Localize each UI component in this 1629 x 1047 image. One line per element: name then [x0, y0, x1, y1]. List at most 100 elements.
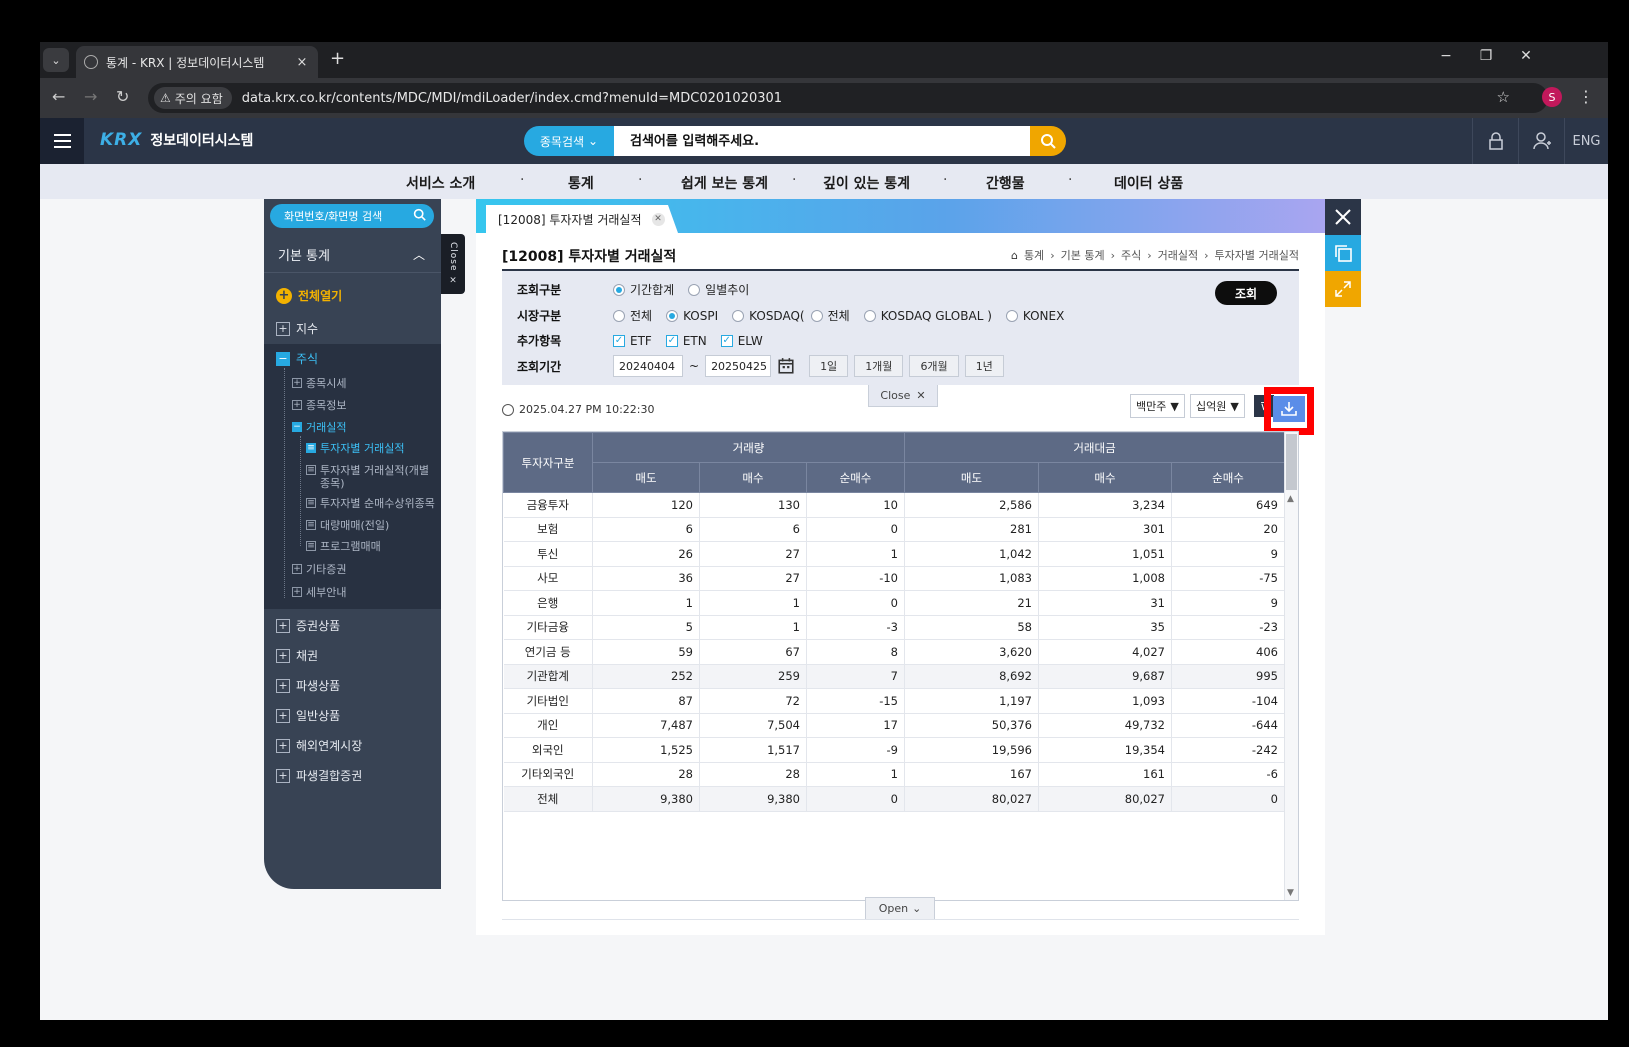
home-icon[interactable]: ⌂ [1011, 249, 1018, 262]
table-row[interactable]: 보험 6 6 0 281 301 20 [503, 517, 1285, 542]
maximize-icon[interactable]: ❐ [1466, 48, 1506, 64]
breadcrumb-item[interactable]: 거래실적 [1158, 247, 1198, 263]
nav-publications[interactable]: 간행물 [986, 173, 1025, 193]
sidebar-leaf-investor-trading-individual[interactable]: ≡ 투자자별 거래실적(개별종목) [306, 464, 438, 490]
sidebar-sub-other-securities[interactable]: + 기타증권 [292, 563, 346, 576]
scroll-thumb[interactable] [1286, 434, 1297, 490]
period-6month-button[interactable]: 6개월 [909, 355, 959, 377]
sidebar-item-commodities[interactable]: + 일반상품 [276, 707, 340, 724]
back-arrow-icon[interactable]: ← [52, 88, 65, 106]
breadcrumb-item[interactable]: 기본 통계 [1061, 247, 1105, 263]
col-header-vol-net[interactable]: 순매수 [806, 462, 905, 493]
query-button[interactable]: 조회 [1215, 281, 1277, 305]
scroll-down-icon[interactable]: ▼ [1287, 888, 1294, 898]
check-icon[interactable]: ✓ [613, 334, 625, 347]
checkbox-etn[interactable]: ✓ ETN [665, 334, 707, 348]
sidebar-sub-stock-info[interactable]: + 종목정보 [292, 399, 346, 412]
window-close-icon[interactable]: ✕ [1506, 48, 1546, 64]
table-row[interactable]: 기타법인 87 72 -15 1,197 1,093 -104 [503, 688, 1285, 714]
search-button[interactable] [1030, 126, 1066, 156]
col-header-val-net[interactable]: 순매수 [1171, 462, 1285, 493]
table-row[interactable]: 외국인 1,525 1,517 -9 19,596 19,354 -242 [503, 737, 1285, 763]
radio-kospi[interactable]: KOSPI [666, 309, 718, 323]
checkbox-etf[interactable]: ✓ ETF [613, 334, 652, 348]
check-icon[interactable]: ✓ [720, 334, 733, 347]
date-to-input[interactable] [705, 355, 772, 377]
radio-control[interactable] [863, 309, 876, 322]
sidebar-item-overseas-markets[interactable]: + 해외연계시장 [276, 737, 362, 754]
grid-scrollbar[interactable]: ▲ ▼ [1284, 432, 1298, 900]
col-header-val-sell[interactable]: 매도 [904, 462, 1039, 493]
col-header-vol-sell[interactable]: 매도 [592, 462, 700, 493]
close-icon[interactable]: ✕ [651, 212, 665, 226]
search-category-select[interactable]: 종목검색 ⌄ [524, 126, 614, 156]
radio-control[interactable] [666, 309, 679, 322]
value-unit-select[interactable]: 십억원 ▼ [1190, 394, 1245, 418]
reload-icon[interactable]: ↻ [116, 88, 129, 106]
sidebar-leaf-investor-trading[interactable]: ≡ 투자자별 거래실적 [306, 442, 404, 455]
lock-icon[interactable] [1472, 118, 1518, 164]
radio-control[interactable] [1005, 309, 1018, 322]
screen-search-input[interactable]: 화면번호/화면명 검색 [270, 204, 434, 228]
radio-kosdaq-global[interactable]: KOSDAQ GLOBAL ) [863, 309, 992, 323]
sidebar-sub-trading[interactable]: − 거래실적 [292, 421, 346, 434]
breadcrumb-item[interactable]: 통계 [1024, 247, 1044, 263]
table-row[interactable]: 연기금 등 59 67 8 3,620 4,027 406 [503, 639, 1285, 665]
period-1day-button[interactable]: 1일 [809, 355, 849, 377]
security-warning-chip[interactable]: ⚠ 주의 요함 [154, 87, 232, 109]
site-search-input[interactable] [614, 126, 1030, 156]
bookmark-star-icon[interactable]: ☆ [1497, 88, 1510, 106]
col-header-investor[interactable]: 투자자구분 [503, 432, 593, 493]
table-row[interactable]: 기타금융 5 1 -3 58 35 -23 [503, 615, 1285, 640]
site-logo[interactable]: KRX 정보데이터시스템 [100, 130, 253, 150]
download-button[interactable] [1273, 396, 1305, 422]
check-icon[interactable]: ✓ [665, 334, 678, 347]
radio-control[interactable] [613, 309, 625, 322]
search-icon[interactable] [413, 208, 426, 221]
sidebar-item-derivatives[interactable]: + 파생상품 [276, 677, 340, 694]
radio-period-total[interactable]: 기간합계 [613, 281, 674, 298]
sidebar-item-stock[interactable]: − 주식 [276, 350, 318, 367]
sidebar-item-bonds[interactable]: + 채권 [276, 647, 318, 664]
tab-list-chevron-icon[interactable]: ⌄ [43, 48, 69, 72]
radio-market-all[interactable]: 전체 [613, 307, 652, 324]
sidebar-item-securities-products[interactable]: + 증권상품 [276, 617, 340, 634]
breadcrumb-item[interactable]: 투자자별 거래실적 [1215, 247, 1299, 263]
close-all-tabs-button[interactable] [1325, 199, 1361, 235]
sidebar-sub-stock-quotes[interactable]: + 종목시세 [292, 377, 346, 390]
open-toggle[interactable]: Open ⌄ [865, 897, 935, 919]
date-from-input[interactable] [613, 355, 683, 377]
radio-control[interactable] [732, 309, 745, 322]
radio-kosdaq-all[interactable]: 전체 [810, 307, 850, 324]
duplicate-window-button[interactable] [1325, 235, 1361, 271]
table-row[interactable]: 투신 26 27 1 1,042 1,051 9 [503, 541, 1285, 567]
minimize-icon[interactable]: − [1426, 48, 1466, 64]
nav-easy-statistics[interactable]: 쉽게 보는 통계 [681, 173, 768, 193]
table-row[interactable]: 은행 1 1 0 21 31 9 [503, 590, 1285, 616]
forward-arrow-icon[interactable]: → [84, 88, 97, 106]
radio-control[interactable] [810, 309, 823, 322]
radio-konex[interactable]: KONEX [1005, 309, 1064, 323]
sidebar-close-button[interactable]: Close × [441, 234, 465, 294]
profile-avatar[interactable]: S [1542, 87, 1562, 107]
user-add-icon[interactable] [1518, 118, 1564, 164]
scroll-up-icon[interactable]: ▲ [1287, 494, 1294, 504]
radio-daily-trend[interactable]: 일별추이 [688, 281, 749, 298]
radio-control[interactable] [688, 283, 701, 296]
expand-all-button[interactable]: + 전체열기 [276, 287, 342, 304]
expand-window-button[interactable] [1325, 271, 1361, 307]
radio-control[interactable] [613, 283, 625, 296]
browser-menu-icon[interactable]: ⋮ [1578, 87, 1594, 106]
hamburger-menu-icon[interactable] [40, 118, 84, 164]
sidebar-item-index[interactable]: + 지수 [276, 320, 318, 337]
calendar-icon[interactable] [777, 357, 795, 375]
table-row[interactable]: 기관합계 252 259 7 8,692 9,687 995 [503, 664, 1285, 689]
language-eng-button[interactable]: ENG [1564, 118, 1608, 164]
checkbox-elw[interactable]: ✓ ELW [720, 334, 763, 348]
nav-deep-statistics[interactable]: 깊이 있는 통계 [823, 173, 910, 193]
sidebar-sub-details[interactable]: + 세부안내 [292, 586, 346, 599]
table-row[interactable]: 금융투자 120 130 10 2,586 3,234 649 [503, 492, 1285, 518]
content-tab[interactable]: [12008] 투자자별 거래실적 ✕ [486, 205, 678, 233]
table-row[interactable]: 사모 36 27 -10 1,083 1,008 -75 [503, 566, 1285, 591]
period-1month-button[interactable]: 1개월 [854, 355, 904, 377]
